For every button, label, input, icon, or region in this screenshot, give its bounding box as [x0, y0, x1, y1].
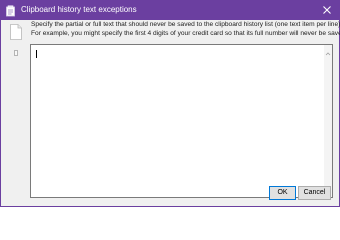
cancel-button[interactable]: Cancel [298, 186, 331, 200]
title-bar[interactable]: Clipboard history text exceptions [1, 1, 339, 20]
text-cursor-icon [14, 43, 18, 56]
instructions-text: Specify the partial or full text that sh… [31, 21, 340, 38]
exceptions-textarea[interactable] [30, 44, 333, 200]
window-title: Clipboard history text exceptions [21, 5, 137, 14]
vertical-scrollbar[interactable] [324, 45, 332, 200]
text-caret [36, 50, 37, 58]
scroll-up-arrow-icon[interactable] [324, 45, 332, 56]
clipboard-app-icon [5, 4, 17, 17]
instructions-line-2: For example, you might specify the first… [31, 29, 340, 37]
instructions-line-1: Specify the partial or full text that sh… [31, 21, 340, 28]
close-button[interactable] [319, 3, 335, 17]
ok-button[interactable]: OK [269, 186, 296, 200]
dialog-content: Specify the partial or full text that sh… [1, 20, 340, 206]
close-icon [323, 6, 331, 14]
dialog-window: Clipboard history text exceptions Specif… [0, 0, 340, 207]
document-icon [10, 24, 22, 40]
